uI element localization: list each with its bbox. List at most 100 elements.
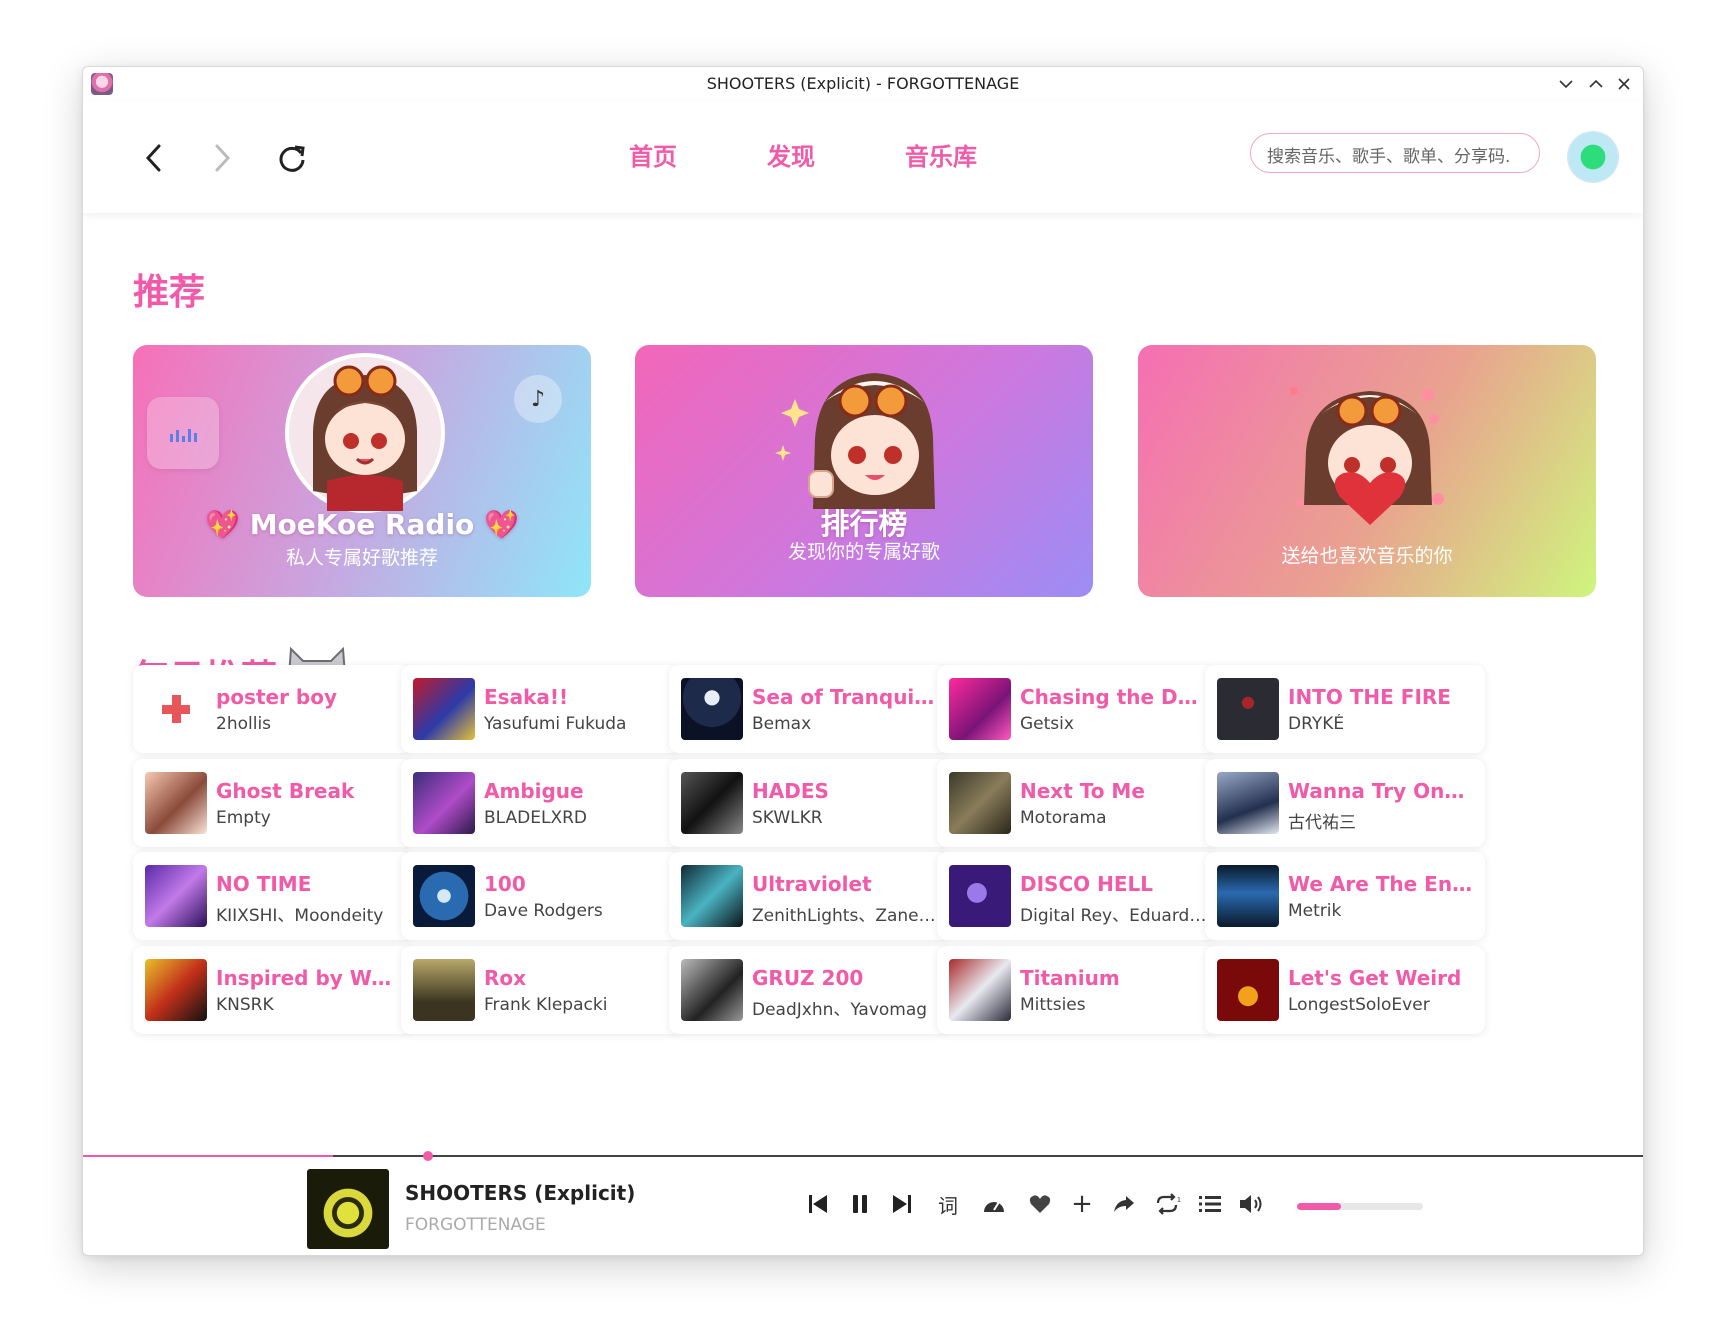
song-artist[interactable]: ZenithLights、Zane L...: [752, 901, 939, 926]
refresh-button[interactable]: [267, 133, 317, 183]
song-artist[interactable]: Mittsies: [1020, 995, 1207, 1015]
song-artist[interactable]: Metrik: [1288, 901, 1475, 921]
song-artist[interactable]: LongestSoloEver: [1288, 995, 1475, 1015]
close-icon[interactable]: [1611, 71, 1637, 97]
minimize-icon[interactable]: [1553, 71, 1579, 97]
song-title: DISCO HELL: [1020, 872, 1153, 896]
album-cover: [413, 865, 475, 927]
title-bar: SHOOTERS (Explicit) - FORGOTTENAGE: [83, 67, 1643, 101]
add-icon[interactable]: +: [1065, 1187, 1099, 1221]
tab-library[interactable]: 音乐库: [905, 137, 977, 172]
song-card[interactable]: HADES SKWLKR: [669, 759, 949, 847]
song-card[interactable]: Ultraviolet ZenithLights、Zane L...: [669, 852, 949, 940]
tab-home[interactable]: 首页: [629, 137, 677, 172]
song-title: Titanium: [1020, 966, 1120, 990]
song-card[interactable]: We Are The Energy Metrik: [1205, 852, 1485, 940]
song-artist[interactable]: BLADELXRD: [484, 808, 671, 828]
progress-handle[interactable]: [422, 1151, 433, 1161]
song-artist[interactable]: Dave Rodgers: [484, 901, 671, 921]
song-card[interactable]: Ghost Break Empty: [133, 759, 413, 847]
maximize-icon[interactable]: [1583, 71, 1609, 97]
share-icon[interactable]: [1107, 1187, 1141, 1221]
back-button[interactable]: [129, 133, 179, 183]
song-card[interactable]: GRUZ 200 DeadJxhn、Yavomag: [669, 946, 949, 1034]
song-card[interactable]: Wanna Try One L... 古代祐三: [1205, 759, 1485, 847]
song-artist[interactable]: 2hollis: [216, 714, 403, 734]
song-artist[interactable]: 古代祐三: [1288, 808, 1475, 833]
music-note-icon[interactable]: ♪: [514, 375, 562, 423]
now-playing-cover[interactable]: [307, 1169, 389, 1249]
avatar[interactable]: [1567, 131, 1619, 183]
song-card[interactable]: Let's Get Weird LongestSoloEver: [1205, 946, 1485, 1034]
album-cover: [1217, 678, 1279, 740]
song-artist[interactable]: Getsix: [1020, 714, 1207, 734]
card-subtitle: 私人专属好歌推荐: [285, 547, 438, 569]
chibi-thumbs-up-illustration: [775, 373, 935, 509]
previous-icon[interactable]: [801, 1187, 835, 1221]
song-card[interactable]: Rox Frank Klepacki: [401, 946, 681, 1034]
album-cover: [1217, 959, 1279, 1021]
progress-fill: [83, 1155, 333, 1157]
song-artist[interactable]: KNSRK: [216, 995, 403, 1015]
moekoe-radio-card[interactable]: ♪ 💖 MoeKoe Radio 💖 私人专属好歌推荐: [133, 345, 591, 597]
album-cover: [681, 678, 743, 740]
song-card[interactable]: Next To Me Motorama: [937, 759, 1217, 847]
song-artist[interactable]: DRYKÉ: [1288, 714, 1475, 734]
song-card[interactable]: 100 Dave Rodgers: [401, 852, 681, 940]
now-playing-title: SHOOTERS (Explicit): [405, 1181, 636, 1205]
sparkle-heart-icon: 💖: [205, 508, 240, 541]
radio-equalizer-icon: [147, 397, 219, 469]
volume-icon[interactable]: [1235, 1187, 1269, 1221]
tab-discover[interactable]: 发现: [767, 137, 815, 172]
album-cover: [949, 678, 1011, 740]
sparkle-heart-icon: 💖: [484, 508, 519, 541]
album-cover: [1217, 865, 1279, 927]
next-icon[interactable]: [885, 1187, 919, 1221]
song-card[interactable]: Titanium Mittsies: [937, 946, 1217, 1034]
song-card[interactable]: Ambigue BLADELXRD: [401, 759, 681, 847]
album-cover: [681, 865, 743, 927]
song-card[interactable]: Sea of Tranquility Bemax: [669, 665, 949, 753]
lyrics-button[interactable]: 词: [931, 1187, 965, 1221]
song-title: poster boy: [216, 685, 338, 709]
forward-button[interactable]: [197, 133, 247, 183]
volume-slider[interactable]: [1297, 1203, 1423, 1210]
song-card[interactable]: Chasing the Drag... Getsix: [937, 665, 1217, 753]
album-cover: [681, 772, 743, 834]
song-title: Chasing the Drag...: [1020, 685, 1207, 709]
song-card[interactable]: NO TIME KIIXSHI、Moondeity: [133, 852, 413, 940]
song-title: HADES: [752, 779, 829, 803]
song-artist[interactable]: Yasufumi Fukuda: [484, 714, 671, 734]
song-artist[interactable]: Motorama: [1020, 808, 1207, 828]
album-cover: [949, 865, 1011, 927]
song-card[interactable]: DISCO HELL Digital Rey、Eduard S...: [937, 852, 1217, 940]
song-artist[interactable]: Digital Rey、Eduard S...: [1020, 901, 1207, 926]
song-title: INTO THE FIRE: [1288, 685, 1451, 709]
song-artist[interactable]: Frank Klepacki: [484, 995, 671, 1015]
heart-icon[interactable]: [1023, 1187, 1057, 1221]
song-artist[interactable]: Empty: [216, 808, 403, 828]
song-card[interactable]: Inspired by Wake... KNSRK: [133, 946, 413, 1034]
app-window: SHOOTERS (Explicit) - FORGOTTENAGE 首页 发现…: [82, 66, 1644, 1256]
speed-gauge-icon[interactable]: [977, 1187, 1011, 1221]
card-title-text: MoeKoe Radio: [249, 508, 475, 541]
gift-card[interactable]: 送给也喜欢音乐的你: [1138, 345, 1596, 597]
now-playing-artist[interactable]: FORGOTTENAGE: [405, 1215, 546, 1235]
playlist-icon[interactable]: [1193, 1187, 1227, 1221]
recommend-heading: 推荐: [133, 272, 206, 313]
ranking-card[interactable]: 排行榜 发现你的专属好歌: [635, 345, 1093, 597]
song-title: Ghost Break: [216, 779, 355, 803]
song-card[interactable]: INTO THE FIRE DRYKÉ: [1205, 665, 1485, 753]
song-card[interactable]: Esaka!! Yasufumi Fukuda: [401, 665, 681, 753]
song-card[interactable]: poster boy 2hollis: [133, 665, 413, 753]
search-input[interactable]: 搜索音乐、歌手、歌单、分享码.: [1250, 133, 1540, 173]
song-title: Inspired by Wake...: [216, 966, 403, 990]
pause-icon[interactable]: [843, 1187, 877, 1221]
card-title: 💖 MoeKoe Radio 💖: [133, 508, 591, 541]
song-artist[interactable]: Bemax: [752, 714, 939, 734]
repeat-one-icon[interactable]: 1: [1151, 1187, 1185, 1221]
album-cover: [413, 772, 475, 834]
song-artist[interactable]: DeadJxhn、Yavomag: [752, 995, 939, 1020]
song-artist[interactable]: SKWLKR: [752, 808, 939, 828]
song-artist[interactable]: KIIXSHI、Moondeity: [216, 901, 403, 926]
